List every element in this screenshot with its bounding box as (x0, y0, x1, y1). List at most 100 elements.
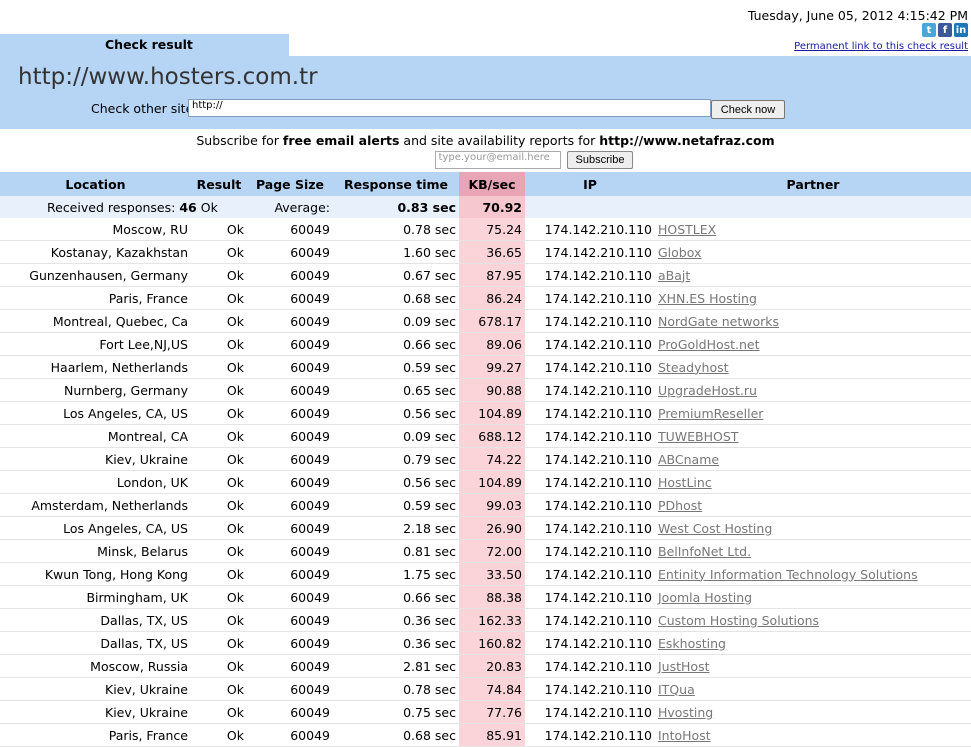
check-url-input[interactable]: http:// (188, 99, 711, 117)
result-cell: Ok (191, 424, 247, 448)
permalink-link[interactable]: Permanent link to this check result (794, 41, 968, 52)
table-row: Minsk, Belarus Ok 60049 0.81 sec 72.00 174.14… (0, 539, 971, 563)
ip-cell: 174.142.210.110 (525, 493, 655, 517)
partner-link[interactable]: PremiumReseller (658, 406, 763, 421)
partner-cell: West Cost Hosting (655, 516, 971, 540)
kb-sec-cell: 99.27 (459, 355, 525, 379)
kb-sec-cell: 36.65 (459, 240, 525, 264)
partner-link[interactable]: JustHost (658, 659, 709, 674)
response-time-cell: 2.18 sec (333, 516, 459, 540)
location-cell: Paris, France (0, 286, 191, 310)
partner-cell: HostLinc (655, 470, 971, 494)
partner-link[interactable]: Custom Hosting Solutions (658, 613, 819, 628)
location-cell: Kiev, Ukraine (0, 677, 191, 701)
ip-cell: 174.142.210.110 (525, 263, 655, 287)
result-cell: Ok (191, 470, 247, 494)
result-cell: Ok (191, 516, 247, 540)
table-row: Paris, France Ok 60049 0.68 sec 85.91 174.142… (0, 723, 971, 747)
partner-link[interactable]: ABCname (658, 452, 719, 467)
received-status: Ok (200, 199, 218, 215)
kb-sec-cell: 104.89 (459, 401, 525, 425)
response-time-cell: 0.59 sec (333, 355, 459, 379)
partner-link[interactable]: TUWEBHOST (658, 429, 738, 444)
location-cell: Moscow, Russia (0, 654, 191, 678)
kb-sec-cell: 99.03 (459, 493, 525, 517)
email-input[interactable]: type.your@email.here (434, 151, 561, 169)
location-cell: Los Angeles, CA, US (0, 516, 191, 540)
partner-cell: ABCname (655, 447, 971, 471)
page-size-cell: 60049 (247, 263, 333, 287)
partner-link[interactable]: XHN.ES Hosting (658, 291, 757, 306)
partner-link[interactable]: UpgradeHost.ru (658, 383, 757, 398)
subscribe-site: http://www.netafraz.com (599, 133, 775, 148)
location-cell: Amsterdam, Netherlands (0, 493, 191, 517)
page-size-cell: 60049 (247, 608, 333, 632)
page-size-cell: 60049 (247, 631, 333, 655)
table-row: Kostanay, Kazakhstan Ok 60049 1.60 sec 36.65… (0, 240, 971, 264)
response-time-cell: 0.81 sec (333, 539, 459, 563)
partner-link[interactable]: HostLinc (658, 475, 712, 490)
kb-sec-cell: 74.84 (459, 677, 525, 701)
partner-link[interactable]: IntoHost (658, 728, 711, 743)
table-row: Montreal, Quebec, Ca Ok 60049 0.09 sec 678.1… (0, 309, 971, 333)
partner-link[interactable]: West Cost Hosting (658, 521, 772, 536)
page-size-cell: 60049 (247, 470, 333, 494)
response-time-cell: 0.68 sec (333, 723, 459, 747)
col-kb-sec: KB/sec (459, 172, 525, 196)
page-size-cell: 60049 (247, 401, 333, 425)
table-row: Gunzenhausen, Germany Ok 60049 0.67 sec 87.9… (0, 263, 971, 287)
page-size-cell: 60049 (247, 585, 333, 609)
col-page-size: Page Size (247, 172, 333, 196)
partner-link[interactable]: HOSTLEX (658, 222, 716, 237)
partner-link[interactable]: PDhost (658, 498, 702, 513)
location-cell: Nurnberg, Germany (0, 378, 191, 402)
response-time-cell: 0.56 sec (333, 401, 459, 425)
datetime-text: Tuesday, June 05, 2012 4:15:42 PM (747, 8, 968, 23)
kb-sec-cell: 89.06 (459, 332, 525, 356)
table-row: London, UK Ok 60049 0.56 sec 104.89 174.142.2… (0, 470, 971, 494)
page-size-cell: 60049 (247, 218, 333, 241)
response-time-cell: 0.09 sec (333, 309, 459, 333)
kb-sec-cell: 20.83 (459, 654, 525, 678)
result-cell: Ok (191, 218, 247, 241)
kb-sec-cell: 160.82 (459, 631, 525, 655)
table-row: Amsterdam, Netherlands Ok 60049 0.59 sec 99.… (0, 493, 971, 517)
result-cell: Ok (191, 355, 247, 379)
partner-link[interactable]: Entinity Information Technology Solution… (658, 567, 918, 582)
subscribe-button[interactable]: Subscribe (566, 151, 634, 169)
ip-cell: 174.142.210.110 (525, 654, 655, 678)
response-time-cell: 1.60 sec (333, 240, 459, 264)
ip-cell: 174.142.210.110 (525, 677, 655, 701)
kb-sec-cell: 86.24 (459, 286, 525, 310)
partner-cell: UpgradeHost.ru (655, 378, 971, 402)
partner-cell: Hvosting (655, 700, 971, 724)
tab-label: Check result (105, 37, 193, 52)
partner-link[interactable]: Steadyhost (658, 360, 729, 375)
check-now-button[interactable]: Check now (711, 100, 785, 119)
partner-link[interactable]: Joomla Hosting (658, 590, 752, 605)
partner-link[interactable]: Globox (658, 245, 701, 260)
partner-link[interactable]: ProGoldHost.net (658, 337, 760, 352)
table-row: Dallas, TX, US Ok 60049 0.36 sec 162.33 174.1… (0, 608, 971, 632)
partner-cell: Custom Hosting Solutions (655, 608, 971, 632)
result-cell: Ok (191, 539, 247, 563)
location-cell: Dallas, TX, US (0, 608, 191, 632)
table-row: Moscow, Russia Ok 60049 2.81 sec 20.83 174.14… (0, 654, 971, 678)
partner-link[interactable]: aBajt (658, 268, 690, 283)
table-row: Kiev, Ukraine Ok 60049 0.78 sec 74.84 174.142… (0, 677, 971, 701)
tab-check-result[interactable]: Check result (0, 34, 289, 56)
avg-response: 0.83 sec (333, 196, 459, 218)
partner-cell: ProGoldHost.net (655, 332, 971, 356)
partner-link[interactable]: BelInfoNet Ltd. (658, 544, 751, 559)
page-size-cell: 60049 (247, 700, 333, 724)
partner-link[interactable]: ITQua (658, 682, 695, 697)
partner-link[interactable]: Hvosting (658, 705, 713, 720)
table-row: Birmingham, UK Ok 60049 0.66 sec 88.38 174.14… (0, 585, 971, 609)
result-cell: Ok (191, 378, 247, 402)
location-cell: Minsk, Belarus (0, 539, 191, 563)
kb-sec-cell: 688.12 (459, 424, 525, 448)
ip-cell: 174.142.210.110 (525, 562, 655, 586)
partner-link[interactable]: NordGate networks (658, 314, 779, 329)
result-cell: Ok (191, 447, 247, 471)
partner-link[interactable]: Eskhosting (658, 636, 726, 651)
